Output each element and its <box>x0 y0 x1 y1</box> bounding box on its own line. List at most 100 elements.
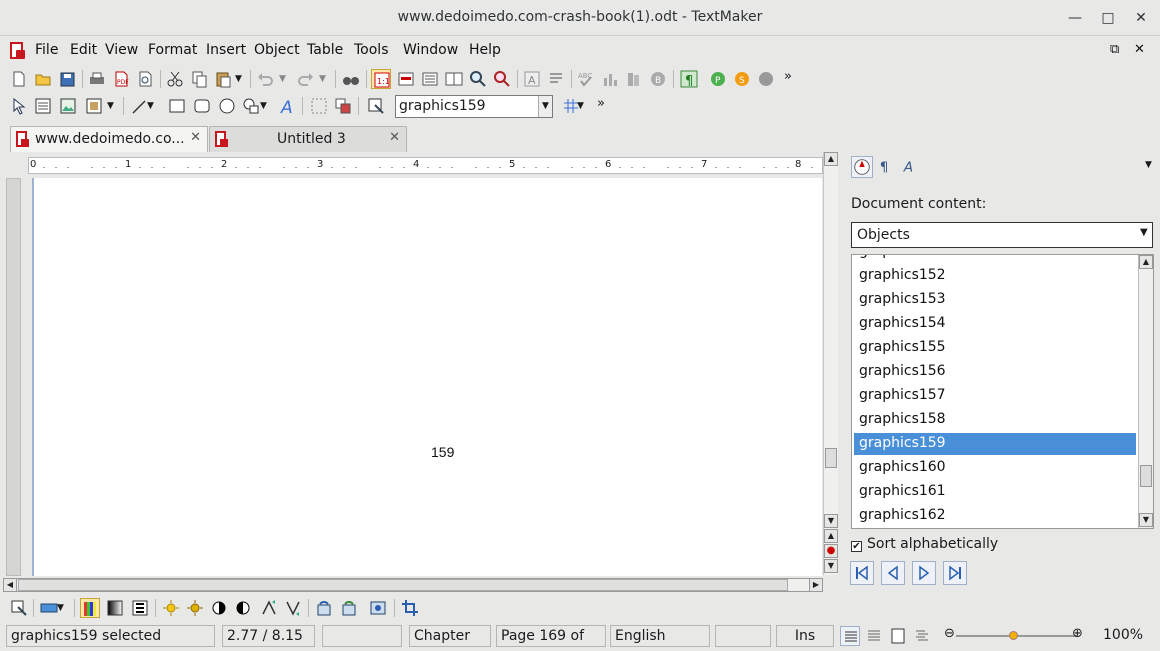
menu-tools[interactable]: Tools <box>354 42 389 58</box>
normal-mode-icon[interactable]: 1:1 <box>371 69 391 89</box>
save-icon[interactable] <box>57 69 77 89</box>
undo-dropdown-icon[interactable]: ▼ <box>279 69 291 89</box>
menu-object[interactable]: Object <box>254 42 300 58</box>
close-document-icon[interactable]: ✕ <box>1134 42 1145 57</box>
brightness-up-icon[interactable] <box>161 598 181 618</box>
print-icon[interactable] <box>87 69 107 89</box>
scroll-thumb[interactable] <box>1140 465 1152 487</box>
formatting-marks-icon[interactable]: ¶ <box>679 69 699 89</box>
page-view-icon[interactable] <box>888 626 908 646</box>
last-object-icon[interactable] <box>943 561 967 585</box>
list-item[interactable]: graphics154 <box>854 313 1136 335</box>
maximize-icon[interactable]: □ <box>1098 8 1118 28</box>
menu-format[interactable]: Format <box>148 42 197 58</box>
menu-insert[interactable]: Insert <box>206 42 246 58</box>
status-language[interactable]: English <box>610 625 710 647</box>
master-view-icon[interactable] <box>912 626 932 646</box>
zoom-level[interactable]: 100% <box>1103 627 1143 643</box>
master-page-icon[interactable] <box>444 69 464 89</box>
list-item[interactable]: graphics157 <box>854 385 1136 407</box>
previous-object-icon[interactable] <box>881 561 905 585</box>
status-insert-mode[interactable]: Ins <box>776 625 834 647</box>
menu-window[interactable]: Window <box>403 42 458 58</box>
next-page-icon[interactable]: ▼ <box>824 559 838 573</box>
copy-icon[interactable] <box>189 69 209 89</box>
list-scrollbar[interactable]: ▲ ▼ <box>1138 255 1153 528</box>
previous-page-icon[interactable]: ▲ <box>824 529 838 543</box>
list-item[interactable]: graphics155 <box>854 337 1136 359</box>
text-frame-icon[interactable] <box>33 96 53 116</box>
tab-untitled-3[interactable]: Untitled 3 ✕ <box>209 126 407 152</box>
zoom-out-icon[interactable]: ⊖ <box>944 626 955 641</box>
next-object-icon[interactable] <box>912 561 936 585</box>
fill-color-icon[interactable] <box>39 598 59 618</box>
browse-object-icon[interactable]: ● <box>824 544 838 558</box>
scroll-thumb[interactable] <box>825 448 837 468</box>
content-type-combo[interactable]: Objects ▼ <box>851 222 1153 248</box>
scroll-up-icon[interactable]: ▲ <box>824 152 838 166</box>
select-arrow-icon[interactable] <box>9 96 29 116</box>
spellcheck-icon[interactable]: ABC <box>576 69 596 89</box>
line-dropdown-icon[interactable]: ▼ <box>147 96 159 116</box>
zoom-in-icon[interactable]: ⊕ <box>1072 626 1083 641</box>
object-selector-combo[interactable]: graphics159 ▼ <box>395 95 553 118</box>
zoom-knob[interactable] <box>1009 631 1018 640</box>
list-item[interactable]: graphics152 <box>854 265 1136 287</box>
grayscale-icon[interactable] <box>105 598 125 618</box>
reset-picture-icon[interactable] <box>368 598 388 618</box>
planmaker-s-icon[interactable]: S <box>732 69 752 89</box>
export-pdf-icon[interactable]: PDF <box>111 69 131 89</box>
list-item[interactable]: graphics158 <box>854 409 1136 431</box>
contrast-up-icon[interactable] <box>209 598 229 618</box>
scroll-down-icon[interactable]: ▼ <box>824 514 838 528</box>
undo-icon[interactable] <box>255 69 275 89</box>
scroll-up-icon[interactable]: ▲ <box>1139 255 1153 269</box>
chevron-down-icon[interactable]: ▼ <box>1140 227 1150 238</box>
zoom-slider[interactable]: ⊖ ⊕ <box>944 625 1089 647</box>
grid-dropdown-icon[interactable]: ▼ <box>577 96 589 116</box>
bibliography-icon[interactable]: B <box>648 69 668 89</box>
autoshape-tool-icon[interactable] <box>241 96 261 116</box>
ole-dropdown-icon[interactable]: ▼ <box>107 96 119 116</box>
cut-icon[interactable] <box>165 69 185 89</box>
character-format-icon[interactable]: A <box>522 69 542 89</box>
redo-dropdown-icon[interactable]: ▼ <box>319 69 331 89</box>
chart-icon[interactable] <box>600 69 620 89</box>
ellipse-tool-icon[interactable] <box>217 96 237 116</box>
toolbar-overflow-icon[interactable]: » <box>597 96 617 116</box>
outline-view-icon[interactable] <box>864 626 884 646</box>
scroll-down-icon[interactable]: ▼ <box>1139 513 1153 527</box>
new-document-icon[interactable] <box>9 69 29 89</box>
list-item[interactable]: graphics160 <box>854 457 1136 479</box>
tab-crash-book[interactable]: www.dedoimedo.co... ✕ <box>10 126 208 152</box>
list-item[interactable]: graphics161 <box>854 481 1136 503</box>
paste-icon[interactable] <box>213 69 233 89</box>
close-tab-icon[interactable]: ✕ <box>389 130 400 145</box>
outline-mode-icon[interactable] <box>420 69 440 89</box>
print-preview-icon[interactable] <box>135 69 155 89</box>
chevron-down-icon[interactable]: ▼ <box>538 96 552 117</box>
menu-help[interactable]: Help <box>469 42 501 58</box>
menu-edit[interactable]: Edit <box>70 42 97 58</box>
color-mode-icon[interactable] <box>80 598 100 618</box>
panel-menu-icon[interactable]: ▼ <box>1145 160 1152 170</box>
close-icon[interactable]: ✕ <box>1131 8 1151 28</box>
normal-view-icon[interactable] <box>840 626 860 646</box>
vertical-ruler[interactable] <box>6 178 21 576</box>
contrast-down-icon[interactable] <box>233 598 253 618</box>
object-list[interactable]: graphics151 graphics152 graphics153 grap… <box>851 254 1154 529</box>
gamma-up-icon[interactable] <box>259 598 279 618</box>
scroll-left-icon[interactable]: ◀ <box>3 578 17 592</box>
hscroll-thumb[interactable] <box>18 579 788 591</box>
horizontal-ruler[interactable]: 0 1 2 3 4 5 6 7 8 <box>28 157 823 174</box>
object-properties-icon[interactable] <box>366 96 386 116</box>
close-tab-icon[interactable]: ✕ <box>190 130 201 145</box>
paragraph-format-icon[interactable] <box>546 69 566 89</box>
picture-properties-icon[interactable] <box>9 598 29 618</box>
navigator-icon[interactable] <box>851 156 873 178</box>
autoshape-dropdown-icon[interactable]: ▼ <box>260 96 272 116</box>
group-icon[interactable] <box>309 96 329 116</box>
crop-icon[interactable] <box>400 598 420 618</box>
menu-table[interactable]: Table <box>307 42 343 58</box>
sort-alphabetically-checkbox[interactable]: ✔ Sort alphabetically <box>851 536 998 552</box>
